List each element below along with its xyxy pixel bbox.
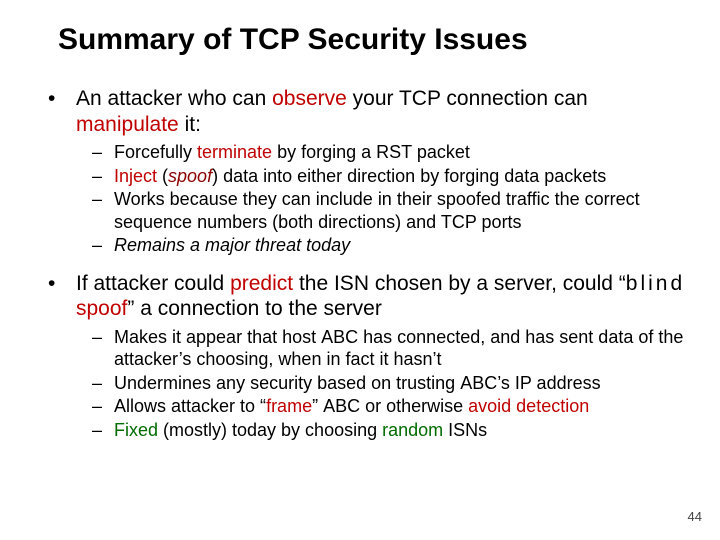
slide-title: Summary of TCP Security Issues [0,0,720,58]
sub-item: Makes it appear that host ABC has connec… [76,326,690,371]
text-remains-threat: Remains a major threat today [114,235,350,255]
text-terminate: terminate [197,142,272,162]
bullet-1: An attacker who can observe your TCP con… [42,86,690,257]
text-abc: ABC [323,396,360,416]
text: If attacker could [76,272,230,295]
text-frame: frame [266,396,312,416]
text-avoid-detection: avoid detection [468,396,589,416]
text: An attacker who can [76,87,272,110]
bullet-2: If attacker could predict the ISN chosen… [42,271,690,442]
text: “ [619,272,626,295]
text: Makes it appear that host [114,327,321,347]
sub-item: Inject (spoof) data into either directio… [76,165,690,188]
sub-list-1: Forcefully terminate by forging a RST pa… [76,141,690,257]
text-inject: Inject [114,166,157,186]
text: (mostly) today by choosing [158,420,382,440]
slide: Summary of TCP Security Issues An attack… [0,0,720,540]
sub-item: Undermines any security based on trustin… [76,372,690,395]
text: Forcefully [114,142,197,162]
text: your TCP connection can [347,87,588,110]
text-abc: ABC [460,373,497,393]
text: Undermines any security based on trustin… [114,373,460,393]
bullet-list: An attacker who can observe your TCP con… [42,86,690,441]
page-number: 44 [688,509,702,524]
text: Allows attacker to “ [114,396,266,416]
text-abc: ABC [321,327,358,347]
sub-item: Allows attacker to “frame” ABC or otherw… [76,395,690,418]
text: ( [157,166,168,186]
text: ” [312,396,323,416]
text: ) data into either direction by forging … [212,166,606,186]
sub-list-2: Makes it appear that host ABC has connec… [76,326,690,442]
text-observe: observe [272,87,347,110]
text-fixed: Fixed [114,420,158,440]
text: the ISN chosen by a server, could [293,272,619,295]
text: ’s IP address [497,373,600,393]
text-manipulate: manipulate [76,113,179,136]
text: Works because they can include in their … [114,189,640,232]
sub-item: Works because they can include in their … [76,188,690,233]
sub-item: Forcefully terminate by forging a RST pa… [76,141,690,164]
text: or otherwise [360,396,468,416]
text: by forging a RST packet [272,142,470,162]
sub-item: Remains a major threat today [76,234,690,257]
text-spoof: spoof [168,166,212,186]
text-spoof: spoof [76,297,127,320]
text-predict: predict [230,272,293,295]
text: a connection to the server [134,297,381,320]
text-blind: blind [626,272,685,295]
text: ISNs [443,420,487,440]
sub-item: Fixed (mostly) today by choosing random … [76,419,690,442]
text: it: [179,113,201,136]
text-random: random [382,420,443,440]
